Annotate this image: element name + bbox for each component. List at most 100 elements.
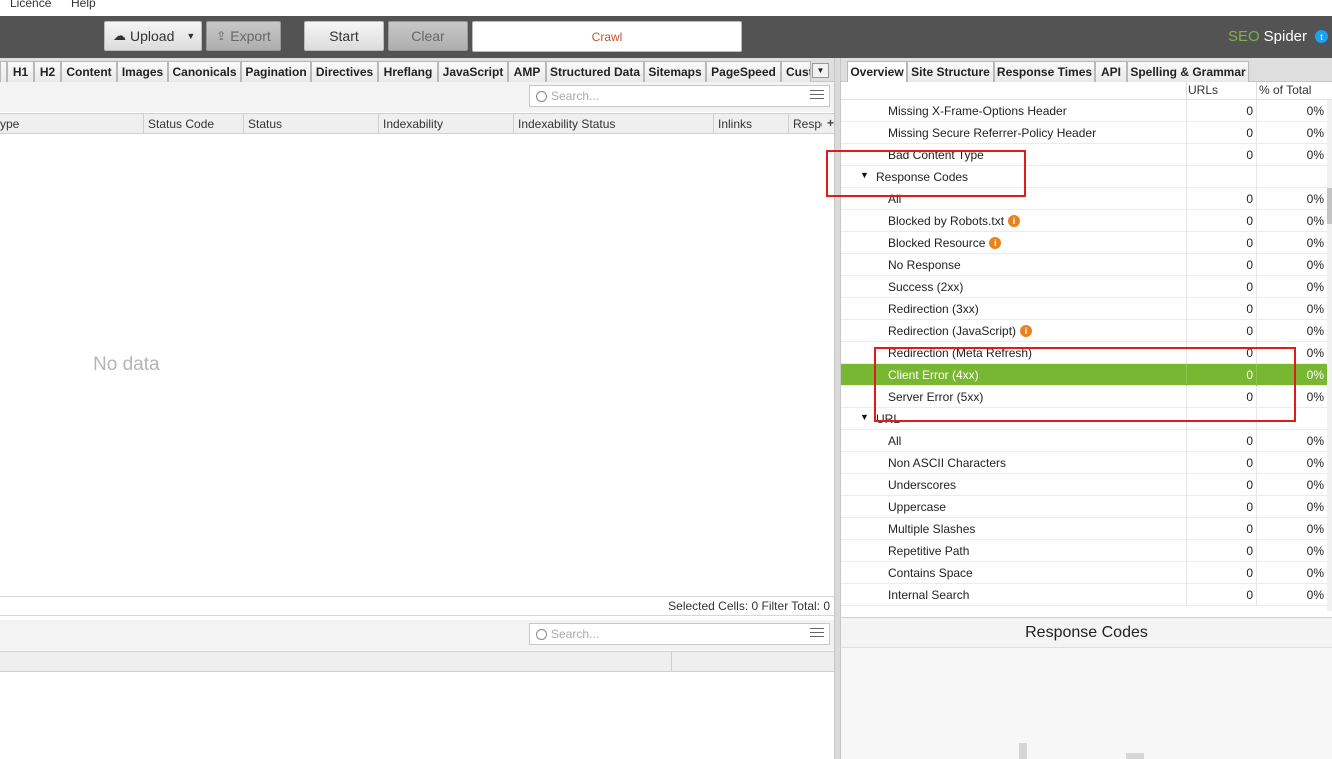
column-inlinks[interactable]: Inlinks (713, 114, 788, 134)
tree-row[interactable]: Success (2xx) 0 0% (841, 276, 1327, 298)
column-indexability[interactable]: Indexability (378, 114, 513, 134)
tab-overview[interactable]: Overview (847, 61, 907, 82)
tree-row-text: Redirection (JavaScript) (888, 324, 1017, 338)
tab-structured-data[interactable]: Structured Data (546, 61, 644, 82)
header-urls[interactable]: URLs (1188, 83, 1218, 97)
tab-partial[interactable] (0, 61, 7, 82)
clear-button[interactable]: Clear (388, 21, 468, 51)
tab-custom[interactable]: Cust (781, 61, 811, 82)
tree-row[interactable]: Repetitive Path 0 0% (841, 540, 1327, 562)
export-label: Export (230, 28, 271, 44)
tab-h1[interactable]: H1 (7, 61, 34, 82)
tree-row[interactable]: Redirection (JavaScript) i 0 0% (841, 320, 1327, 342)
search-input[interactable]: Search... (529, 85, 830, 107)
tree-row-urls: 0 (1186, 496, 1256, 518)
tree-row-pct: 0% (1256, 320, 1327, 342)
tree-row-label: Blocked Resource i (888, 236, 1002, 250)
tree-row-urls: 0 (1186, 122, 1256, 144)
add-column-icon[interactable]: + (827, 116, 834, 130)
tree-row-urls: 0 (1186, 474, 1256, 496)
tab-amp[interactable]: AMP (508, 61, 546, 82)
tree-row[interactable]: Internal Search 0 0% (841, 584, 1327, 606)
tree-row-label: Redirection (3xx) (888, 302, 979, 316)
tree-header: URLs % of Total (841, 82, 1332, 100)
info-icon[interactable]: i (989, 237, 1002, 249)
chart-bar (1126, 753, 1144, 759)
tab-images[interactable]: Images (117, 61, 168, 82)
column-response[interactable]: Respo (788, 114, 822, 134)
tab-content[interactable]: Content (61, 61, 117, 82)
menu-licence[interactable]: Licence (10, 0, 51, 10)
tree-row-urls: 0 (1186, 298, 1256, 320)
column-status-code[interactable]: Status Code (143, 114, 243, 134)
tree-row-text: Missing X-Frame-Options Header (888, 104, 1067, 118)
tab-pagespeed[interactable]: PageSpeed (706, 61, 781, 82)
tree-row-pct: 0% (1256, 540, 1327, 562)
info-icon[interactable]: i (1020, 325, 1033, 337)
column-status[interactable]: Status (243, 114, 378, 134)
chart-title: Response Codes (841, 618, 1332, 648)
upper-search-row: Search... (0, 82, 836, 112)
tree-row[interactable]: Contains Space 0 0% (841, 562, 1327, 584)
chevron-down-icon[interactable]: ▼ (186, 31, 195, 41)
column-type[interactable]: ype (0, 114, 143, 134)
tab-api[interactable]: API (1095, 61, 1127, 82)
export-button[interactable]: ⇪ Export (206, 21, 281, 51)
vertical-scrollbar[interactable] (1327, 100, 1332, 611)
tree-row-text: Non ASCII Characters (888, 456, 1007, 470)
column-indexability-status[interactable]: Indexability Status (513, 114, 713, 134)
tab-hreflang[interactable]: Hreflang (378, 61, 438, 82)
menu-help[interactable]: Help (71, 0, 96, 10)
tab-pagination[interactable]: Pagination (241, 61, 311, 82)
tree-row-text: Missing Secure Referrer-Policy Header (888, 126, 1097, 140)
tree-row-label: Missing X-Frame-Options Header (888, 104, 1067, 118)
tab-directives[interactable]: Directives (311, 61, 378, 82)
column-divider[interactable] (671, 652, 672, 672)
tab-sitemaps[interactable]: Sitemaps (644, 61, 706, 82)
filter-settings-icon[interactable] (810, 628, 824, 640)
tree-row[interactable]: Blocked by Robots.txt i 0 0% (841, 210, 1327, 232)
start-button[interactable]: Start (304, 21, 384, 51)
tree-row[interactable]: Redirection (3xx) 0 0% (841, 298, 1327, 320)
tree-row[interactable]: Non ASCII Characters 0 0% (841, 452, 1327, 474)
tab-overflow-dropdown[interactable]: ▼ (812, 63, 829, 78)
tree-row[interactable]: Missing Secure Referrer-Policy Header 0 0% (841, 122, 1327, 144)
tree-row[interactable]: Blocked Resource i 0 0% (841, 232, 1327, 254)
tree-row-urls: 0 (1186, 452, 1256, 474)
tree-row[interactable]: All 0 0% (841, 430, 1327, 452)
tree-row-pct: 0% (1256, 144, 1327, 166)
right-tab-bar: Overview Site Structure Response Times A… (841, 58, 1332, 82)
tree-row[interactable]: Underscores 0 0% (841, 474, 1327, 496)
expand-triangle-icon[interactable]: ▼ (860, 412, 869, 422)
column-divider (1256, 82, 1257, 100)
tree-row-text: Blocked by Robots.txt (888, 214, 1005, 228)
tree-row[interactable]: Multiple Slashes 0 0% (841, 518, 1327, 540)
tree-row[interactable]: Missing X-Frame-Options Header 0 0% (841, 100, 1327, 122)
tree-row-pct: 0% (1256, 210, 1327, 232)
upload-button[interactable]: ☁ Upload ▼ (104, 21, 202, 51)
tab-javascript[interactable]: JavaScript (438, 61, 508, 82)
tree-row[interactable]: No Response 0 0% (841, 254, 1327, 276)
tab-canonicals[interactable]: Canonicals (168, 61, 241, 82)
tab-h2[interactable]: H2 (34, 61, 61, 82)
tree-row-label: Repetitive Path (888, 544, 969, 558)
tree-row-text: Repetitive Path (888, 544, 970, 558)
tree-row-pct: 0% (1256, 100, 1327, 122)
crawl-url-input[interactable]: Crawl (472, 21, 742, 52)
menu-bar: Licence Help (0, 0, 1332, 16)
tree-row[interactable]: Uppercase 0 0% (841, 496, 1327, 518)
header-pct-total[interactable]: % of Total (1259, 83, 1311, 97)
tab-response-times[interactable]: Response Times (994, 61, 1095, 82)
brand-logo: SEO Spider t (1228, 28, 1328, 45)
tree-row-urls (1186, 166, 1256, 188)
tree-row-urls: 0 (1186, 100, 1256, 122)
filter-settings-icon[interactable] (810, 90, 824, 102)
tab-site-structure[interactable]: Site Structure (907, 61, 994, 82)
scrollbar-thumb[interactable] (1327, 188, 1332, 224)
lower-search-input[interactable]: Search... (529, 623, 830, 645)
brand-spider: Spider (1263, 28, 1307, 45)
tab-spelling-grammar[interactable]: Spelling & Grammar (1127, 61, 1249, 82)
info-icon[interactable]: i (1008, 215, 1021, 227)
twitter-icon[interactable]: t (1315, 30, 1328, 43)
tree-row-urls: 0 (1186, 430, 1256, 452)
